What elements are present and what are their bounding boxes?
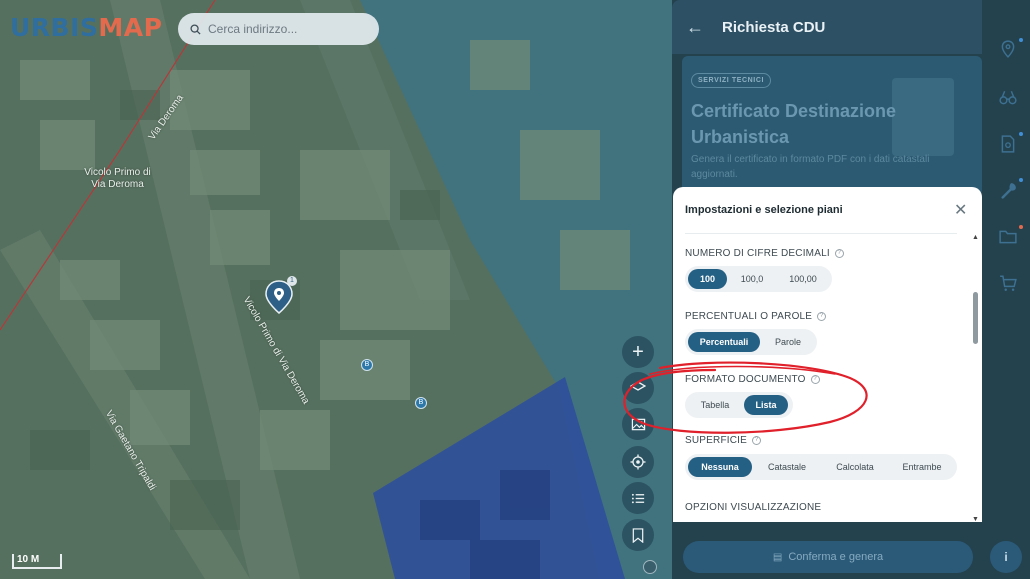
logo-part-urbis: URBIS (10, 13, 99, 42)
scroll-down-arrow[interactable]: ▼ (972, 516, 979, 522)
app-logo[interactable]: URBISMAP (10, 13, 162, 42)
search-input[interactable] (208, 22, 368, 36)
section-label-decimals: NUMERO DI CIFRE DECIMALI ? (685, 248, 844, 259)
cart-icon[interactable] (999, 274, 1017, 292)
arrow-left-icon[interactable]: ← (686, 17, 704, 38)
surface-selector: Nessuna Catastale Calcolata Entrambe (685, 454, 957, 480)
option-100-0[interactable]: 100,0 (729, 269, 775, 289)
street-label: Vicolo Primo di Via Deroma (84, 167, 151, 190)
help-icon[interactable]: ? (817, 312, 827, 321)
bookmark-icon (632, 527, 644, 543)
scrollbar-thumb[interactable] (973, 292, 978, 344)
modal-title: Impostazioni e selezione piani (685, 204, 843, 216)
option-100[interactable]: 100 (688, 269, 727, 289)
notification-dot (1019, 132, 1023, 136)
section-label-display-options: OPZIONI VISUALIZZAZIONE (685, 502, 821, 513)
option-100-00[interactable]: 100,00 (777, 269, 829, 289)
panel-title: Richiesta CDU (722, 18, 826, 36)
document-search-icon[interactable] (999, 135, 1017, 153)
option-entrambe[interactable]: Entrambe (890, 457, 954, 477)
annotation-circle (623, 361, 868, 434)
logo-part-map: MAP (98, 13, 163, 42)
folder-icon[interactable] (999, 228, 1017, 246)
section-title: OPZIONI VISUALIZZAZIONE (685, 502, 822, 513)
map-canvas[interactable]: URBISMAP Via Deroma Vicolo Primo di Via … (0, 0, 672, 579)
binoculars-icon[interactable] (999, 89, 1017, 107)
locate-button[interactable] (622, 446, 654, 478)
divider (685, 233, 957, 234)
option-catastale[interactable]: Catastale (754, 457, 820, 477)
search-icon (190, 23, 201, 35)
panel-header: ← Richiesta CDU (672, 0, 982, 54)
section-title: PERCENTUALI O PAROLE (685, 311, 813, 322)
notification-dot (1019, 225, 1023, 229)
search-bar[interactable] (178, 13, 379, 45)
help-icon[interactable]: ? (834, 249, 844, 258)
decimals-selector: 100 100,0 100,00 (685, 266, 832, 292)
bus-stop-icon[interactable]: B (415, 397, 427, 409)
list-button[interactable] (622, 482, 654, 514)
section-label-percent: PERCENTUALI O PAROLE ? (685, 311, 827, 322)
option-calcolata[interactable]: Calcolata (822, 457, 888, 477)
map-imagery (0, 0, 672, 579)
settings-modal: Impostazioni e selezione piani ✕ NUMERO … (673, 187, 982, 522)
close-icon[interactable]: ✕ (954, 200, 967, 220)
scroll-up-arrow[interactable]: ▲ (972, 234, 979, 241)
service-tag: SERVIZI TECNICI (691, 73, 772, 88)
service-hero-card: SERVIZI TECNICI Certificato Destinazione… (682, 56, 982, 196)
bookmark-button[interactable] (622, 519, 654, 551)
confirm-generate-button[interactable]: ▤ Conferma e genera (683, 541, 973, 573)
map-scale: 10 M (12, 554, 62, 569)
percent-words-selector: Percentuali Parole (685, 329, 817, 355)
service-heading: Certificato Destinazione Urbanistica (691, 101, 897, 147)
option-parole[interactable]: Parole (762, 332, 814, 352)
bus-stop-icon[interactable]: B (361, 359, 373, 371)
option-nessuna[interactable]: Nessuna (688, 457, 752, 477)
compass-icon[interactable] (643, 560, 657, 574)
location-pin-icon[interactable] (999, 40, 1017, 58)
service-subtitle: Genera il certificato in formato PDF con… (691, 154, 930, 180)
document-icon: ▤ (772, 551, 783, 563)
info-button[interactable]: i (990, 541, 1022, 573)
crosshair-icon (630, 454, 646, 470)
section-title: NUMERO DI CIFRE DECIMALI (685, 248, 830, 259)
notification-dot (1019, 178, 1023, 182)
wrench-icon[interactable] (999, 182, 1017, 200)
confirm-label: Conferma e genera (788, 551, 884, 563)
option-percentuali[interactable]: Percentuali (688, 332, 760, 352)
notification-dot (1019, 38, 1023, 42)
pin-count-badge: 1 (287, 276, 297, 286)
list-icon (631, 493, 644, 503)
